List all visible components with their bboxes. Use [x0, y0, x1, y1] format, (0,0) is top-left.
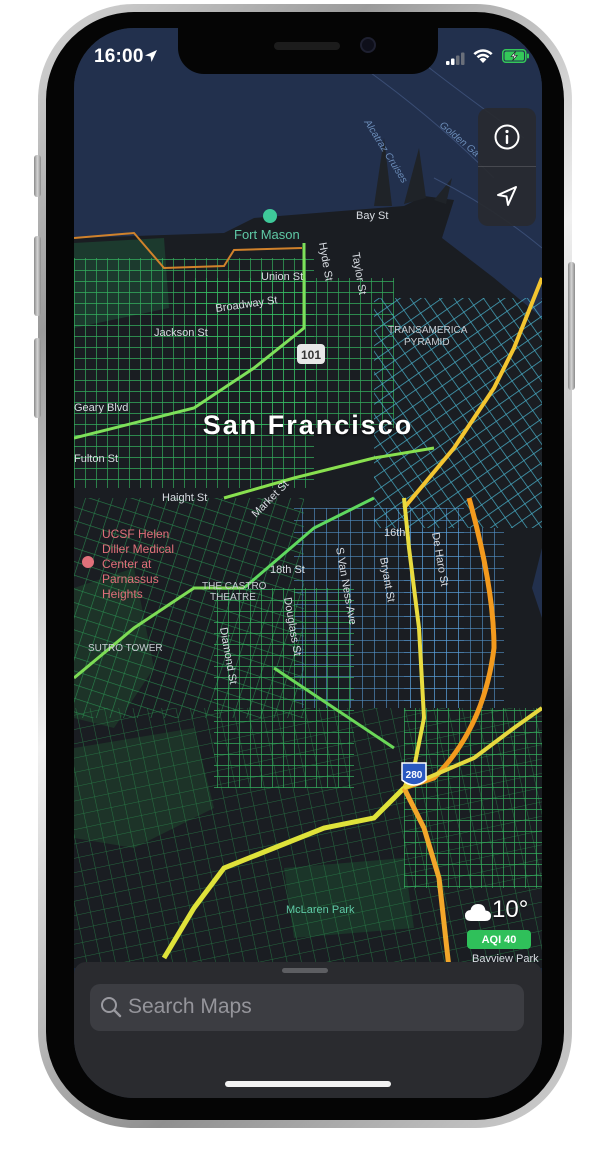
ucsf-label-2: Diller Medical — [102, 542, 174, 556]
fort-mason-icon — [263, 209, 277, 223]
notch — [178, 28, 438, 74]
union-st-label: Union St — [261, 271, 303, 283]
temperature-label: 10° — [492, 896, 529, 923]
info-icon — [494, 124, 520, 150]
sheet-grabber[interactable] — [282, 968, 328, 973]
ucsf-label-5: Heights — [102, 587, 143, 601]
search-bar[interactable] — [90, 984, 524, 1031]
route-280-label: 280 — [406, 770, 423, 781]
ucsf-label-4: Parnassus — [102, 572, 159, 586]
screen: 101 280 Alcatraz Cruises Golden Ga Fort … — [74, 28, 542, 1098]
map-controls — [478, 108, 536, 226]
weather-widget[interactable]: 10° — [464, 896, 534, 926]
transamerica-label: TRANSAMERICA — [388, 325, 468, 336]
info-button[interactable] — [478, 108, 536, 166]
castro-theatre-label-2: THEATRE — [210, 592, 256, 603]
route-280-shield: 280 — [401, 762, 427, 786]
haight-label: Haight St — [162, 492, 207, 504]
castro-theatre-label-1: THE CASTRO — [202, 581, 267, 592]
map-canvas: 101 280 Alcatraz Cruises Golden Ga Fort … — [74, 28, 542, 968]
cellular-signal-icon — [446, 52, 465, 65]
pyramid-label: PYRAMID — [404, 337, 450, 348]
route-101-label: 101 — [301, 348, 321, 362]
route-101-shield: 101 — [297, 344, 325, 364]
sutro-tower-label: SUTRO TOWER — [88, 643, 163, 654]
volume-up-button — [34, 236, 41, 316]
aqi-badge: AQI 40 — [467, 930, 531, 949]
locate-me-button[interactable] — [478, 167, 536, 225]
power-button — [568, 262, 575, 390]
home-indicator[interactable] — [225, 1081, 391, 1087]
jackson-label: Jackson St — [154, 327, 208, 339]
search-icon — [101, 997, 122, 1018]
map-view[interactable]: 101 280 Alcatraz Cruises Golden Ga Fort … — [74, 28, 542, 968]
battery-charging-icon — [502, 49, 529, 63]
location-arrow-icon — [145, 50, 157, 62]
eighteenth-st-label: 18th St — [270, 564, 305, 576]
earpiece-speaker — [274, 42, 340, 50]
cloud-icon — [465, 904, 491, 921]
sixteenth-st-label: 16th — [384, 527, 405, 539]
wifi-icon — [473, 49, 493, 63]
hospital-icon — [82, 556, 94, 568]
ucsf-label-1: UCSF Helen — [102, 527, 169, 541]
front-camera — [360, 37, 376, 53]
location-arrow-icon — [497, 186, 517, 206]
status-bar: 16:00 — [74, 28, 542, 88]
status-time: 16:00 — [94, 46, 144, 67]
bay-st-label: Bay St — [356, 210, 388, 222]
mute-switch — [34, 155, 41, 197]
volume-down-button — [34, 338, 41, 418]
mclaren-park-label: McLaren Park — [286, 904, 355, 916]
search-input[interactable] — [128, 993, 508, 1021]
bottom-sheet — [74, 962, 542, 1098]
city-label: San Francisco — [202, 410, 414, 440]
fort-mason-label: Fort Mason — [234, 227, 300, 242]
ucsf-label-3: Center at — [102, 557, 152, 571]
fulton-label: Fulton St — [74, 453, 118, 465]
